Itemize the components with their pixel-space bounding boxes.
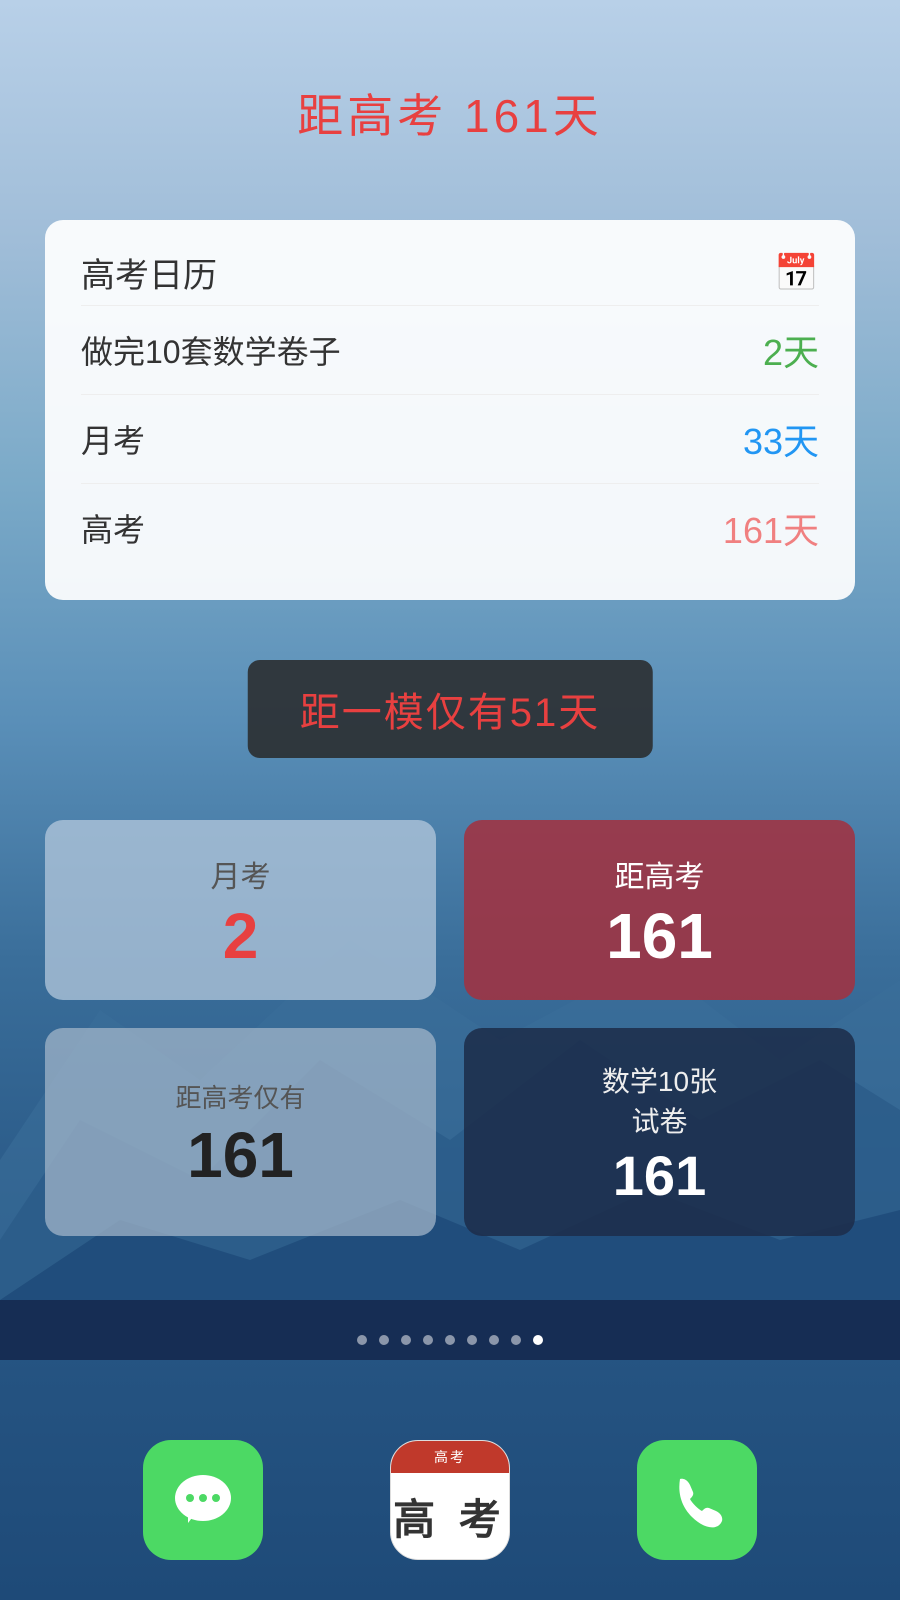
gaokao-top-text: 高考 <box>434 1447 466 1467</box>
page-dot-1 <box>357 1335 367 1345</box>
screen: 距高考 161天 高考日历 📅 做完10套数学卷子 2天 月考 33天 高考 1… <box>0 0 900 1600</box>
phone-icon <box>662 1465 732 1535</box>
page-dot-5 <box>445 1335 455 1345</box>
gaokao-top-bar: 高考 <box>391 1441 509 1473</box>
widget-shuxue-number: 161 <box>613 1148 706 1204</box>
widget-shuxue-label: 数学10张试卷 <box>602 1060 717 1140</box>
dock: 高考 高 考 <box>0 1440 900 1560</box>
card-row-gaokao: 高考 161天 <box>81 483 819 572</box>
card-row-math: 做完10套数学卷子 2天 <box>81 305 819 394</box>
page-dot-6 <box>467 1335 477 1345</box>
calendar-icon: 📅 <box>774 252 819 294</box>
gaokao-body-text: 高 考 <box>393 1486 507 1547</box>
messages-icon <box>168 1465 238 1535</box>
row3-value: 161天 <box>723 502 819 554</box>
page-dot-2 <box>379 1335 389 1345</box>
widget-gaokao[interactable]: 距高考 161 <box>464 820 855 1000</box>
top-countdown-text: 距高考 161天 <box>0 80 900 146</box>
widget-shuxue[interactable]: 数学10张试卷 161 <box>464 1028 855 1236</box>
widget-jinyou-number: 161 <box>187 1123 294 1187</box>
yimo-text: 距一模仅有51天 <box>300 691 601 735</box>
page-dot-3 <box>401 1335 411 1345</box>
widget-gaokao-label: 距高考 <box>615 852 705 896</box>
widget-grid: 月考 2 距高考 161 距高考仅有 161 数学10张试卷 161 <box>45 820 855 1236</box>
row2-label: 月考 <box>81 416 145 462</box>
page-dot-7 <box>489 1335 499 1345</box>
card-row-yuekao: 月考 33天 <box>81 394 819 483</box>
widget-yuekao-number: 2 <box>223 904 259 968</box>
messages-app-icon[interactable] <box>143 1440 263 1560</box>
widget-yuekao[interactable]: 月考 2 <box>45 820 436 1000</box>
yimo-countdown-banner: 距一模仅有51天 <box>248 660 653 758</box>
gaokao-app-icon[interactable]: 高考 高 考 <box>390 1440 510 1560</box>
phone-app-icon[interactable] <box>637 1440 757 1560</box>
page-dot-8 <box>511 1335 521 1345</box>
row1-label: 做完10套数学卷子 <box>81 327 341 373</box>
widget-yuekao-label: 月考 <box>211 852 271 896</box>
gaokao-body: 高 考 <box>393 1473 507 1559</box>
page-dot-4 <box>423 1335 433 1345</box>
card-title: 高考日历 <box>81 248 217 297</box>
calendar-card[interactable]: 高考日历 📅 做完10套数学卷子 2天 月考 33天 高考 161天 <box>45 220 855 600</box>
row3-label: 高考 <box>81 505 145 551</box>
row2-value: 33天 <box>743 413 819 465</box>
page-indicator <box>0 1335 900 1345</box>
widget-gaokao-number: 161 <box>606 904 713 968</box>
widget-jinyou[interactable]: 距高考仅有 161 <box>45 1028 436 1236</box>
row1-value: 2天 <box>763 324 819 376</box>
page-dot-9 <box>533 1335 543 1345</box>
widget-jinyou-label: 距高考仅有 <box>175 1078 305 1115</box>
